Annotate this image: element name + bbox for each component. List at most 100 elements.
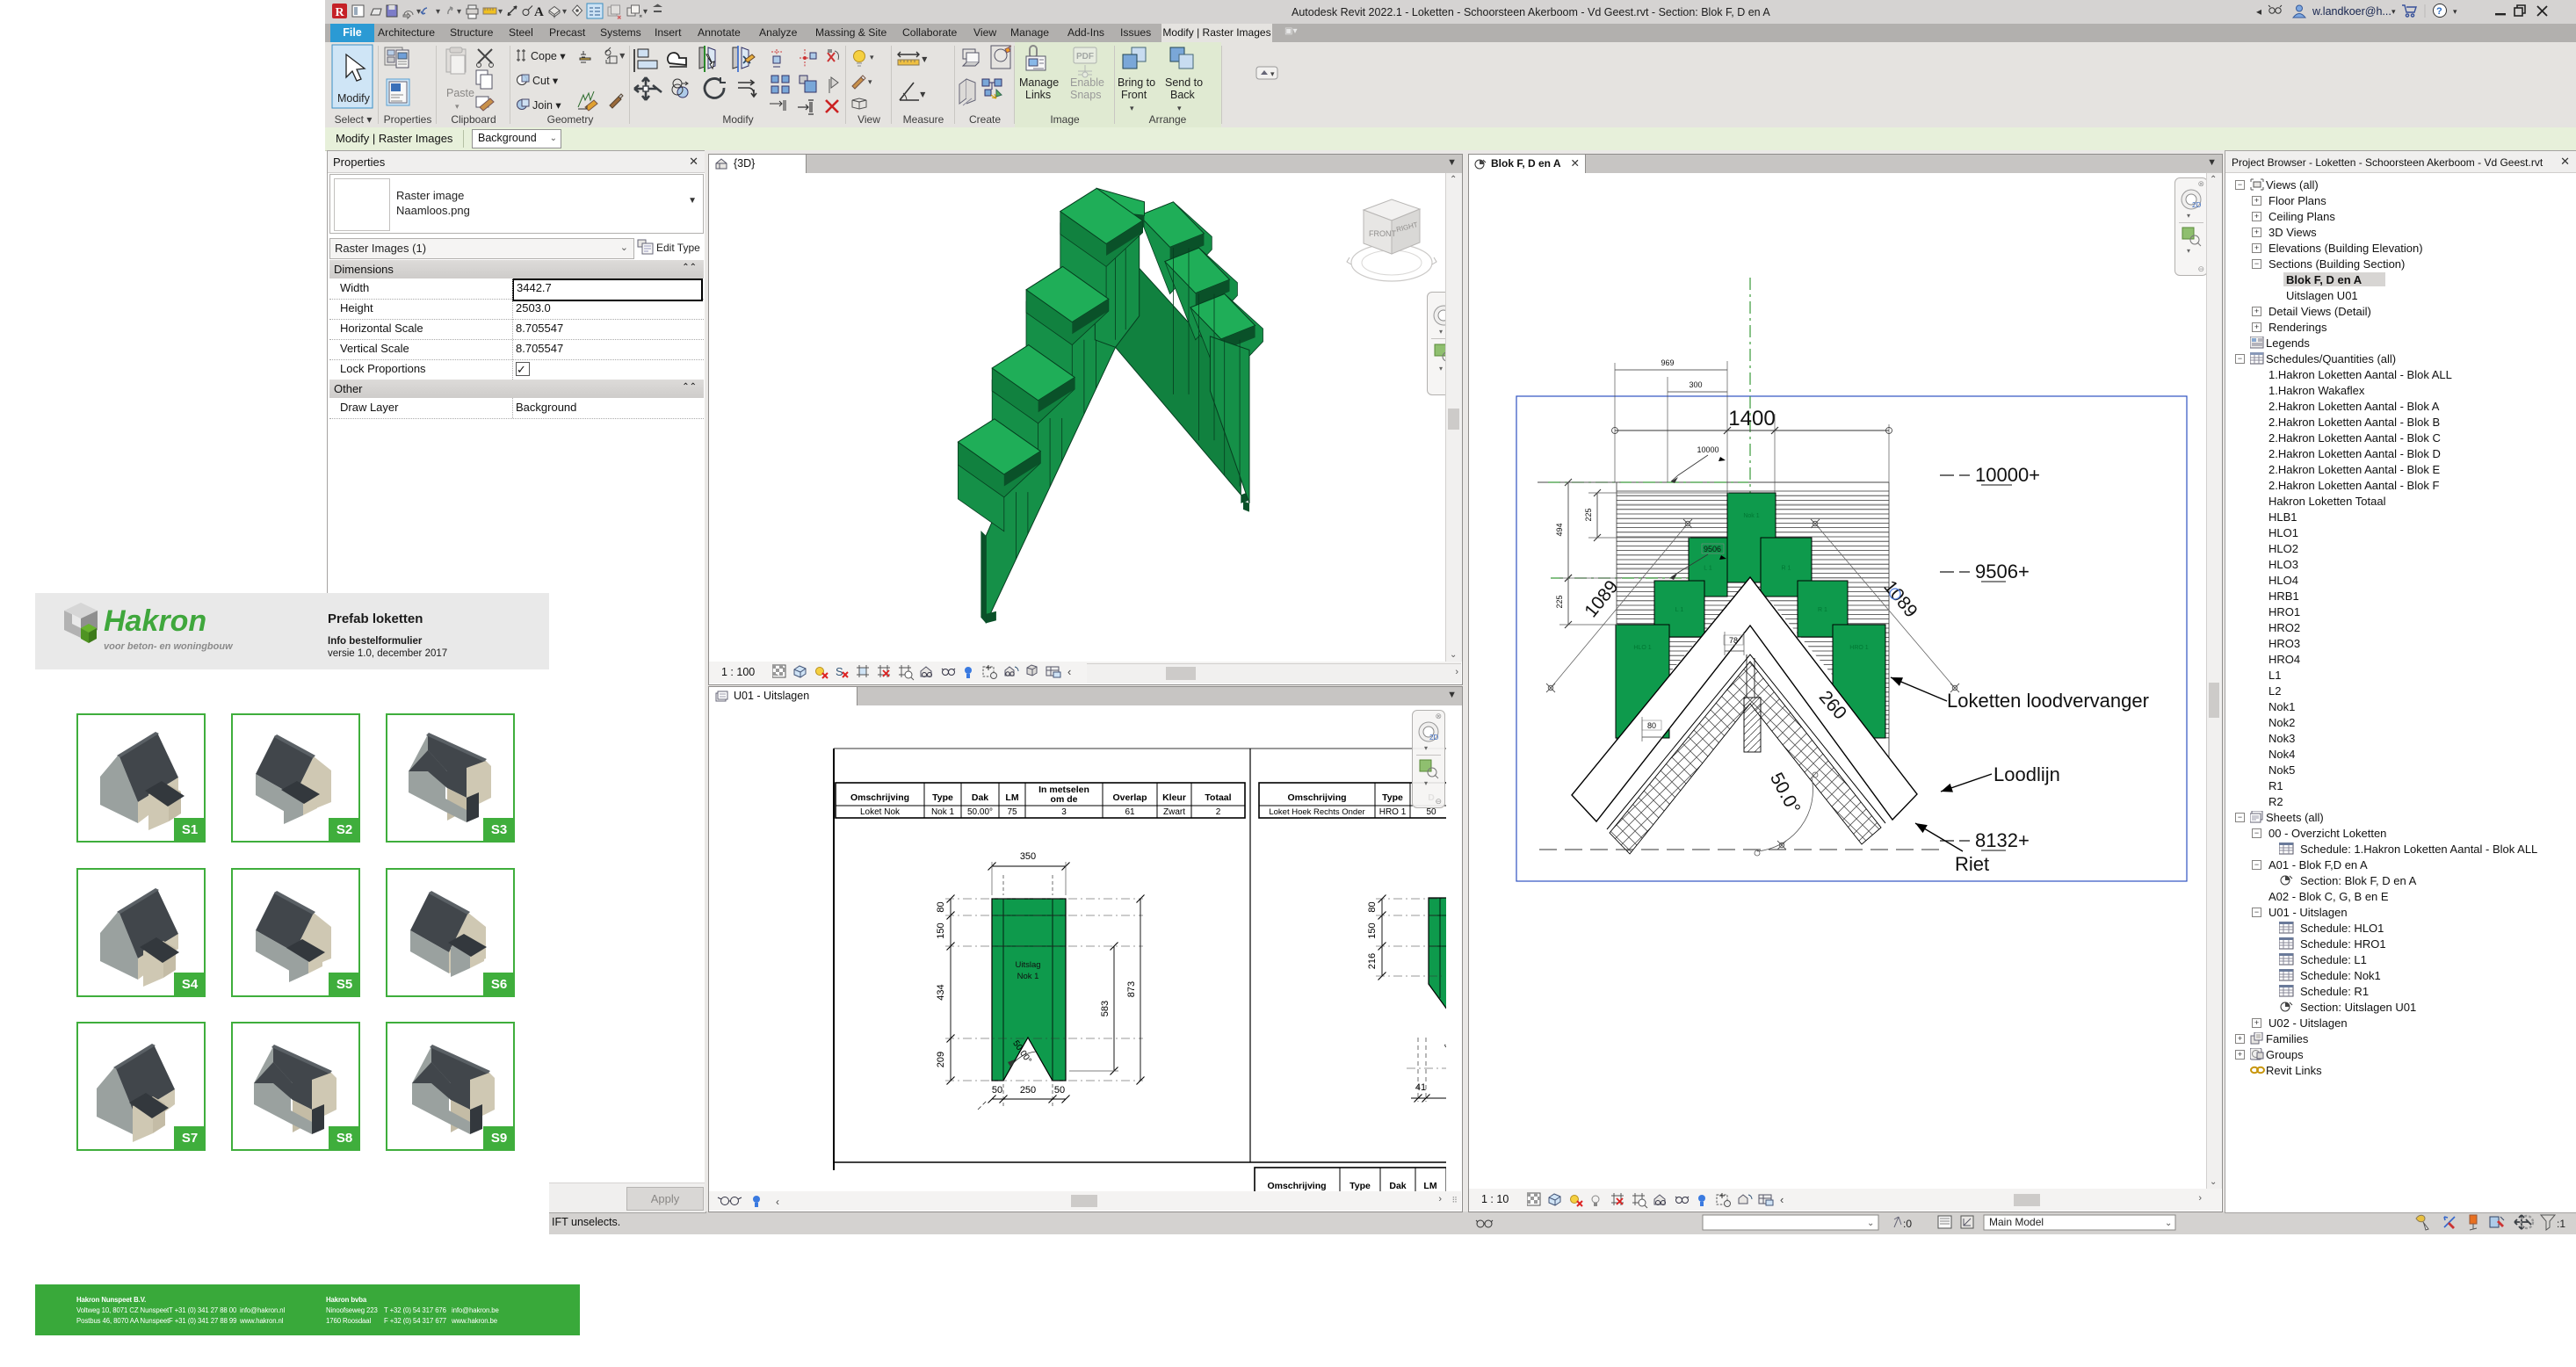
svg-text:‹: ‹ xyxy=(1780,1193,1784,1206)
svg-text:Main Model: Main Model xyxy=(1989,1216,2044,1228)
svg-text:50: 50 xyxy=(1054,1085,1065,1096)
svg-text:Join ▾: Join ▾ xyxy=(532,99,561,112)
svg-text:Nok 1: Nok 1 xyxy=(1017,972,1039,981)
svg-text:Cope ▾: Cope ▾ xyxy=(531,50,566,62)
svg-text:Uitslag: Uitslag xyxy=(1015,960,1040,970)
svg-text:▾: ▾ xyxy=(455,102,459,111)
svg-text:L 1: L 1 xyxy=(1704,566,1712,572)
svg-text:▾: ▾ xyxy=(498,7,503,17)
svg-text:50: 50 xyxy=(992,1085,1002,1096)
svg-text:Loketten loodvervanger: Loketten loodvervanger xyxy=(1947,690,2149,712)
svg-text:225: 225 xyxy=(1555,595,1564,608)
svg-text:Type: Type xyxy=(1382,792,1403,803)
svg-text:Riet: Riet xyxy=(1955,853,1989,875)
svg-text:Bring to: Bring to xyxy=(1118,76,1155,89)
svg-text:Omschrijving: Omschrijving xyxy=(1287,792,1346,803)
svg-text:◂: ◂ xyxy=(2256,5,2261,18)
svg-text:▾: ▾ xyxy=(643,7,648,17)
svg-text:10000+: 10000+ xyxy=(1975,464,2040,486)
svg-text:2: 2 xyxy=(1216,807,1221,817)
svg-text:80: 80 xyxy=(1647,721,1656,730)
svg-text:HRO 1: HRO 1 xyxy=(1849,645,1869,651)
svg-text:PDF: PDF xyxy=(1076,52,1094,61)
svg-text:Paste: Paste xyxy=(446,87,474,99)
svg-text:HRO 1: HRO 1 xyxy=(1379,807,1407,817)
svg-text:▾: ▾ xyxy=(2453,7,2457,16)
svg-text:9506: 9506 xyxy=(1704,545,1721,553)
svg-text:▾: ▾ xyxy=(870,53,874,61)
svg-text:Modify: Modify xyxy=(337,92,371,105)
svg-text:LM: LM xyxy=(1423,1181,1436,1191)
svg-text:‹: ‹ xyxy=(776,1196,779,1208)
svg-text:1400: 1400 xyxy=(1728,407,1775,430)
svg-text:Front: Front xyxy=(1121,89,1147,101)
svg-text:78: 78 xyxy=(1729,636,1738,645)
svg-text:Loket Hoek Rechts Onder: Loket Hoek Rechts Onder xyxy=(1269,807,1364,817)
svg-text:▾: ▾ xyxy=(1130,104,1134,112)
svg-text:150: 150 xyxy=(936,922,946,938)
svg-text:209: 209 xyxy=(936,1052,946,1067)
svg-text:R 1: R 1 xyxy=(1818,607,1827,613)
svg-text:10000: 10000 xyxy=(1697,445,1719,454)
svg-text:om de: om de xyxy=(1051,794,1078,805)
svg-text::1: :1 xyxy=(2557,1218,2565,1230)
svg-text:3: 3 xyxy=(1061,807,1067,817)
svg-text:Omschrijving: Omschrijving xyxy=(1267,1181,1326,1191)
svg-text:Loodlijn: Loodlijn xyxy=(1994,763,2060,785)
svg-text:50.00°: 50.00° xyxy=(967,807,993,817)
svg-text:2D: 2D xyxy=(1429,734,1438,741)
svg-text:▾: ▾ xyxy=(416,7,421,17)
svg-text:⌄: ⌄ xyxy=(1867,1219,1874,1228)
svg-text:Autodesk Revit 2022.1 - Lokett: Autodesk Revit 2022.1 - Loketten - Schoo… xyxy=(1292,6,1770,18)
svg-text:A: A xyxy=(534,5,544,19)
svg-text:300: 300 xyxy=(1689,380,1702,389)
svg-text:Kleur: Kleur xyxy=(1162,792,1186,803)
svg-text:Overlap: Overlap xyxy=(1112,792,1147,803)
svg-text:▾: ▾ xyxy=(2391,7,2396,16)
svg-text:▾: ▾ xyxy=(868,77,872,86)
svg-text:Omschrijving: Omschrijving xyxy=(850,792,909,803)
svg-text:L 1: L 1 xyxy=(1675,607,1684,613)
svg-text:1089: 1089 xyxy=(1581,577,1622,622)
svg-text:50: 50 xyxy=(1426,807,1436,817)
svg-text:R 1: R 1 xyxy=(1782,566,1791,572)
svg-text:Back: Back xyxy=(1170,89,1196,101)
svg-text:216: 216 xyxy=(1367,953,1378,969)
svg-text:75: 75 xyxy=(1007,807,1017,817)
svg-text:Nok 1: Nok 1 xyxy=(1743,513,1759,519)
svg-text::0: :0 xyxy=(1903,1218,1912,1230)
svg-text:w.landkoer@h...: w.landkoer@h... xyxy=(2312,5,2391,18)
svg-text:▾: ▾ xyxy=(921,90,925,98)
svg-text:▾: ▾ xyxy=(923,54,927,63)
svg-text:583: 583 xyxy=(1100,1001,1111,1016)
svg-text:873: 873 xyxy=(1126,981,1137,997)
svg-text:Manage: Manage xyxy=(1019,76,1059,89)
svg-text:8132+: 8132+ xyxy=(1975,829,2030,851)
svg-text:250: 250 xyxy=(1020,1085,1036,1096)
svg-text:▾: ▾ xyxy=(1177,104,1182,112)
svg-text:‹: ‹ xyxy=(1067,665,1071,678)
svg-text:▾: ▾ xyxy=(457,7,461,17)
svg-text:Dak: Dak xyxy=(1389,1181,1406,1191)
svg-text:▾: ▾ xyxy=(436,7,440,17)
svg-text:61: 61 xyxy=(1125,807,1135,817)
svg-text:Nok 1: Nok 1 xyxy=(931,807,955,817)
svg-text:▾: ▾ xyxy=(1270,69,1275,78)
svg-text:969: 969 xyxy=(1661,358,1674,367)
svg-text:41: 41 xyxy=(1415,1082,1426,1093)
svg-text:S: S xyxy=(836,665,843,678)
svg-text:Hakron: Hakron xyxy=(104,604,206,638)
svg-text:Links: Links xyxy=(1025,89,1051,101)
svg-text:Type: Type xyxy=(1350,1181,1371,1191)
svg-text:Loket Nok: Loket Nok xyxy=(860,807,901,817)
svg-text:Zwart: Zwart xyxy=(1163,807,1185,817)
svg-text:LM: LM xyxy=(1005,792,1018,803)
svg-text:Dak: Dak xyxy=(972,792,988,803)
svg-text:434: 434 xyxy=(936,984,946,1000)
svg-text:⌄: ⌄ xyxy=(2165,1219,2172,1228)
svg-text:▾: ▾ xyxy=(562,7,567,17)
svg-text:150: 150 xyxy=(1367,922,1378,938)
svg-text:Send to: Send to xyxy=(1165,76,1203,89)
svg-text:Cut ▾: Cut ▾ xyxy=(532,75,559,87)
svg-text:80: 80 xyxy=(936,901,946,912)
